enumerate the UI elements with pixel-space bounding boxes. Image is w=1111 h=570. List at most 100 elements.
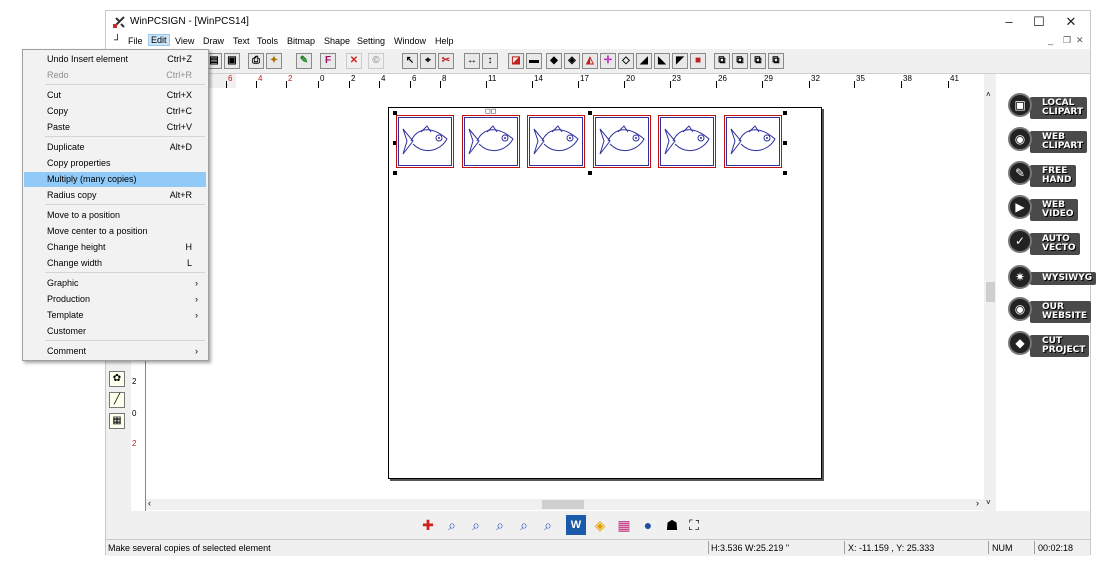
- mdi-close-button[interactable]: ✕: [1076, 35, 1084, 46]
- menu-view[interactable]: View: [175, 36, 194, 46]
- menu-item-graphic[interactable]: Graphic ›: [24, 276, 206, 291]
- tshirt-icon[interactable]: ☗: [662, 515, 682, 535]
- color-palette-icon[interactable]: ▦: [614, 515, 634, 535]
- word-icon[interactable]: W: [566, 515, 586, 535]
- print-icon[interactable]: ⎙: [248, 53, 264, 69]
- menu-item-move-center-to-a-position[interactable]: Move center to a position: [24, 224, 206, 239]
- fish-element[interactable]: [527, 115, 585, 168]
- delete-icon[interactable]: ✕: [346, 53, 362, 69]
- maximize-button[interactable]: ☐: [1024, 13, 1054, 31]
- menu-shape[interactable]: Shape: [324, 36, 350, 46]
- group-3-icon[interactable]: ⧉: [750, 53, 766, 69]
- shape-tool-9-icon[interactable]: ◤: [672, 53, 688, 69]
- menu-item-copy-properties[interactable]: Copy properties: [24, 156, 206, 171]
- copyright-icon[interactable]: ©: [368, 53, 384, 69]
- palette-icon[interactable]: ✿: [109, 371, 125, 387]
- shape-tool-10-icon[interactable]: ■: [690, 53, 706, 69]
- save-icon[interactable]: ▣: [224, 53, 240, 69]
- menu-item-multiply-many-copies[interactable]: Multiply (many copies): [24, 172, 206, 187]
- menu-tools[interactable]: Tools: [257, 36, 278, 46]
- close-button[interactable]: ✕: [1056, 13, 1086, 31]
- menu-setting[interactable]: Setting: [357, 36, 385, 46]
- group-1-icon[interactable]: ⧉: [714, 53, 730, 69]
- right-panel-button-wysiwyg[interactable]: WYSIWYG ✷: [1008, 264, 1097, 292]
- shape-tool-3-icon[interactable]: ◆: [546, 53, 562, 69]
- selection-handle-mr[interactable]: [783, 141, 787, 145]
- scroll-left-icon[interactable]: ‹: [148, 498, 151, 508]
- menu-bitmap[interactable]: Bitmap: [287, 36, 315, 46]
- mdi-system-menu-icon[interactable]: ┘: [114, 35, 121, 46]
- shape-tool-6-icon[interactable]: ◇: [618, 53, 634, 69]
- selection-handle-bc[interactable]: [588, 171, 592, 175]
- brush-icon[interactable]: ╱: [109, 392, 125, 408]
- node-tool-1-icon[interactable]: ⌕: [442, 515, 462, 535]
- vertical-scrollbar[interactable]: ˄ ˅: [985, 88, 996, 513]
- add-node-icon[interactable]: ✚: [418, 515, 438, 535]
- menu-item-paste[interactable]: Paste Ctrl+V: [24, 120, 206, 135]
- right-panel-button-web[interactable]: WEB CLIPART ◉: [1008, 126, 1088, 154]
- fish-element[interactable]: [658, 115, 716, 168]
- menu-edit[interactable]: Edit: [148, 34, 170, 46]
- crop-icon[interactable]: ⛶: [684, 515, 704, 535]
- menu-item-customer[interactable]: Customer: [24, 324, 206, 339]
- coreldraw-icon[interactable]: ◈: [590, 515, 610, 535]
- shape-tool-4-icon[interactable]: ◈: [564, 53, 580, 69]
- fish-element[interactable]: [396, 115, 454, 168]
- menu-item-production[interactable]: Production ›: [24, 292, 206, 307]
- menu-item-comment[interactable]: Comment ›: [24, 344, 206, 359]
- flip-vertical-icon[interactable]: ↕: [482, 53, 498, 69]
- scroll-right-icon[interactable]: ›: [976, 498, 979, 508]
- rotation-handle[interactable]: ◻◻: [485, 107, 497, 115]
- node-edit-icon[interactable]: ⌖: [420, 53, 436, 69]
- minimize-button[interactable]: –: [994, 13, 1024, 31]
- menu-item-undo-insert-element[interactable]: Undo Insert element Ctrl+Z: [24, 52, 206, 67]
- menu-window[interactable]: Window: [394, 36, 426, 46]
- center-icon[interactable]: ✛: [600, 53, 616, 69]
- globe-icon[interactable]: ●: [638, 515, 658, 535]
- mdi-minimize-button[interactable]: _: [1048, 35, 1053, 45]
- menu-item-cut[interactable]: Cut Ctrl+X: [24, 88, 206, 103]
- menu-item-change-width[interactable]: Change width L: [24, 256, 206, 271]
- selection-handle-tc[interactable]: [588, 111, 592, 115]
- selection-handle-tr[interactable]: [783, 111, 787, 115]
- menu-item-template[interactable]: Template ›: [24, 308, 206, 323]
- shape-tool-5-icon[interactable]: ◭: [582, 53, 598, 69]
- select-arrow-icon[interactable]: ↖: [402, 53, 418, 69]
- node-tool-2-icon[interactable]: ⌕: [466, 515, 486, 535]
- fish-element[interactable]: [461, 115, 520, 168]
- design-page[interactable]: ◻◻: [388, 107, 822, 479]
- menu-item-redo[interactable]: Redo Ctrl+R: [24, 68, 206, 83]
- menu-item-change-height[interactable]: Change height H: [24, 240, 206, 255]
- right-panel-button-our[interactable]: OUR WEBSITE ◉: [1008, 296, 1092, 324]
- font-icon[interactable]: F: [320, 53, 336, 69]
- wand-icon[interactable]: ✦: [266, 53, 282, 69]
- pen-tool-icon[interactable]: ✎: [296, 53, 312, 69]
- menu-text[interactable]: Text: [233, 36, 250, 46]
- horizontal-scroll-thumb[interactable]: [542, 500, 584, 509]
- node-tool-3-icon[interactable]: ⌕: [490, 515, 510, 535]
- group-2-icon[interactable]: ⧉: [732, 53, 748, 69]
- selection-handle-br[interactable]: [783, 171, 787, 175]
- menu-file[interactable]: File: [128, 36, 143, 46]
- shape-tool-7-icon[interactable]: ◢: [636, 53, 652, 69]
- menu-help[interactable]: Help: [435, 36, 454, 46]
- flip-horizontal-icon[interactable]: ↔: [464, 53, 480, 69]
- right-panel-button-web[interactable]: WEB VIDEO ▶: [1008, 194, 1088, 222]
- menu-item-copy[interactable]: Copy Ctrl+C: [24, 104, 206, 119]
- right-panel-button-auto[interactable]: AUTO VECTO ✓: [1008, 228, 1088, 256]
- cut-path-icon[interactable]: ✂: [438, 53, 454, 69]
- horizontal-scrollbar[interactable]: ‹ ›: [146, 498, 984, 510]
- group-4-icon[interactable]: ⧉: [768, 53, 784, 69]
- drawing-workspace[interactable]: ◻◻: [146, 88, 984, 513]
- menu-item-radius-copy[interactable]: Radius copy Alt+R: [24, 188, 206, 203]
- fish-element[interactable]: [592, 115, 651, 168]
- selection-handle-bl[interactable]: [393, 171, 397, 175]
- mdi-restore-button[interactable]: ❐: [1063, 35, 1071, 46]
- node-tool-5-icon[interactable]: ⌕: [538, 515, 558, 535]
- right-panel-button-cut[interactable]: CUT PROJECT ◆: [1008, 330, 1090, 358]
- vertical-scroll-thumb[interactable]: [986, 282, 995, 302]
- shape-tool-1-icon[interactable]: ◪: [508, 53, 524, 69]
- menu-item-move-to-a-position[interactable]: Move to a position: [24, 208, 206, 223]
- menu-item-duplicate[interactable]: Duplicate Alt+D: [24, 140, 206, 155]
- node-tool-4-icon[interactable]: ⌕: [514, 515, 534, 535]
